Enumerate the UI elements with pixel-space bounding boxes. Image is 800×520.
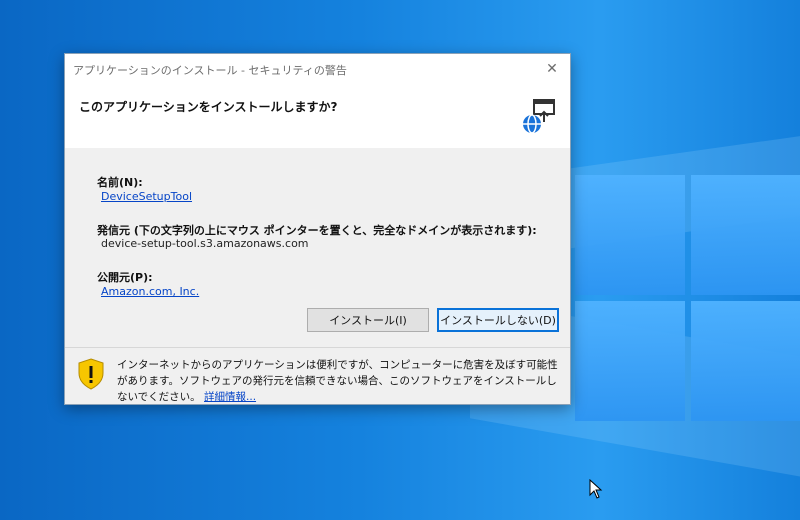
install-button[interactable]: インストール(I): [307, 308, 429, 332]
source-value[interactable]: device-setup-tool.s3.amazonaws.com: [101, 237, 309, 250]
dialog-header: このアプリケーションをインストールしますか?: [65, 84, 570, 148]
security-warning-dialog: アプリケーションのインストール - セキュリティの警告 ✕ このアプリケーション…: [64, 53, 571, 405]
globe-install-icon: [523, 99, 555, 134]
name-link[interactable]: DeviceSetupTool: [101, 190, 192, 203]
close-icon[interactable]: ✕: [542, 59, 562, 79]
warning-message: インターネットからのアプリケーションは便利ですが、コンピューターに危害を及ぼす可…: [117, 357, 563, 405]
name-label: 名前(N):: [97, 176, 143, 189]
dialog-titlebar: アプリケーションのインストール - セキュリティの警告 ✕: [65, 54, 570, 84]
publisher-link[interactable]: Amazon.com, Inc.: [101, 285, 199, 298]
source-label: 発信元 (下の文字列の上にマウス ポインターを置くと、完全なドメインが表示されま…: [97, 224, 537, 237]
shield-warning-icon: [78, 358, 104, 390]
publisher-label: 公開元(P):: [97, 271, 153, 284]
mouse-cursor-icon: [589, 479, 603, 499]
dont-install-button[interactable]: インストールしない(D): [437, 308, 559, 332]
windows-logo: [575, 175, 800, 435]
install-question: このアプリケーションをインストールしますか?: [79, 100, 338, 114]
warning-panel: インターネットからのアプリケーションは便利ですが、コンピューターに危害を及ぼす可…: [65, 347, 570, 404]
more-info-link[interactable]: 詳細情報...: [204, 391, 256, 403]
warning-text: インターネットからのアプリケーションは便利ですが、コンピューターに危害を及ぼす可…: [117, 359, 558, 403]
dialog-title: アプリケーションのインストール - セキュリティの警告: [73, 64, 347, 77]
